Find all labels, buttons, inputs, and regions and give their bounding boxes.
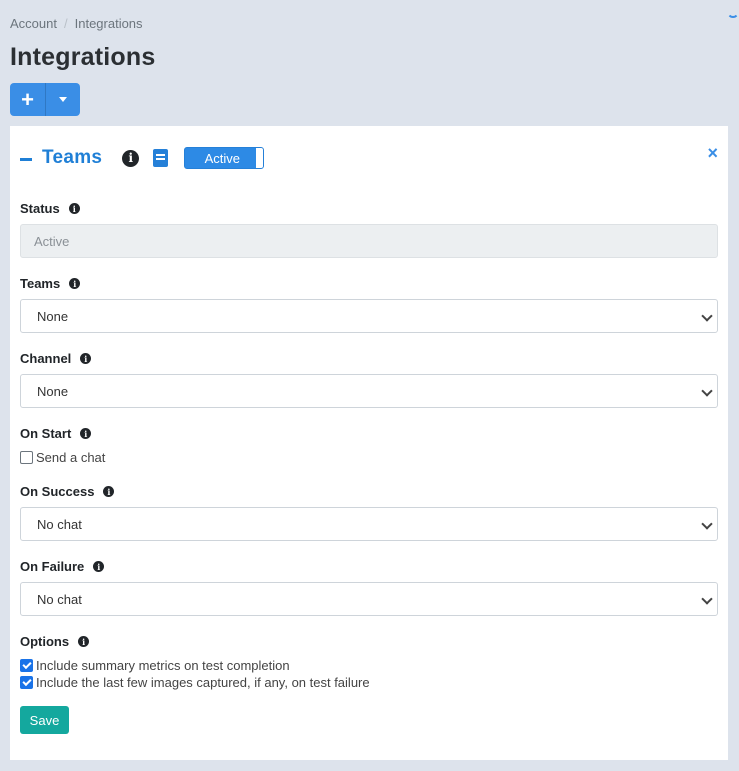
breadcrumb-separator: / <box>63 16 68 31</box>
channel-label-text: Channel <box>20 351 72 366</box>
send-a-chat-checkbox-row[interactable]: Send a chat <box>20 450 105 465</box>
on-success-select[interactable]: No chat <box>20 507 718 541</box>
teams-label-text: Teams <box>20 276 61 291</box>
collapse-icon[interactable] <box>20 157 32 161</box>
options-label-text: Options <box>20 634 70 649</box>
channel-select[interactable]: None <box>20 374 718 408</box>
add-integration-button-group: + <box>10 83 80 116</box>
teams-select-value: None <box>37 308 69 324</box>
toggle-knob <box>256 148 264 168</box>
add-integration-dropdown-button[interactable] <box>46 83 80 116</box>
teams-info-icon[interactable]: i <box>69 278 81 289</box>
channel-select-value: None <box>37 383 69 399</box>
send-a-chat-checkbox[interactable] <box>20 451 33 464</box>
caret-down-icon <box>59 97 67 102</box>
add-integration-button[interactable]: + <box>10 83 46 116</box>
summary-metrics-label[interactable]: Include summary metrics on test completi… <box>36 658 290 673</box>
loading-spinner-icon <box>727 6 739 18</box>
on-start-info-icon[interactable]: i <box>80 428 92 439</box>
options-label: Options i <box>20 634 90 649</box>
chevron-down-icon <box>701 385 713 397</box>
chevron-down-icon <box>701 593 713 605</box>
info-icon[interactable]: i <box>122 149 140 167</box>
on-failure-label-text: On Failure <box>20 559 85 574</box>
on-start-label: On Start i <box>20 426 92 441</box>
status-info-icon[interactable]: i <box>68 203 80 214</box>
teams-select[interactable]: None <box>20 299 718 333</box>
chevron-down-icon <box>701 310 713 322</box>
status-label-text: Status <box>20 201 60 216</box>
teams-label: Teams i <box>20 276 81 291</box>
close-icon[interactable]: × <box>707 143 718 164</box>
card-header: Teams i Active <box>20 146 265 170</box>
status-value: Active <box>34 233 70 249</box>
on-start-label-text: On Start <box>20 426 72 441</box>
on-success-label: On Success i <box>20 484 115 499</box>
active-toggle[interactable]: Active <box>184 147 265 169</box>
breadcrumb: Account / Integrations <box>10 16 143 31</box>
active-toggle-label: Active <box>204 150 240 166</box>
channel-label: Channel i <box>20 351 92 366</box>
page-title: Integrations <box>10 43 156 71</box>
on-success-select-value: No chat <box>37 516 82 532</box>
on-success-info-icon[interactable]: i <box>103 486 115 497</box>
options-info-icon[interactable]: i <box>78 636 90 647</box>
on-failure-info-icon[interactable]: i <box>93 561 105 572</box>
integration-card-teams: Teams i Active × Status i Active Teams i… <box>10 126 728 760</box>
breadcrumb-integrations: Integrations <box>74 16 143 31</box>
on-failure-select-value: No chat <box>37 591 82 607</box>
status-label: Status i <box>20 201 80 216</box>
failure-images-label[interactable]: Include the last few images captured, if… <box>36 675 370 690</box>
on-success-label-text: On Success <box>20 484 95 499</box>
summary-metrics-checkbox-row[interactable]: Include summary metrics on test completi… <box>20 658 290 673</box>
channel-info-icon[interactable]: i <box>80 353 92 364</box>
on-failure-label: On Failure i <box>20 559 105 574</box>
send-a-chat-label[interactable]: Send a chat <box>36 450 105 465</box>
documentation-icon[interactable] <box>153 149 169 167</box>
save-button[interactable]: Save <box>20 706 69 734</box>
breadcrumb-account[interactable]: Account <box>10 16 57 31</box>
failure-images-checkbox-row[interactable]: Include the last few images captured, if… <box>20 675 370 690</box>
status-field: Active <box>20 224 718 258</box>
on-failure-select[interactable]: No chat <box>20 582 718 616</box>
chevron-down-icon <box>701 518 713 530</box>
failure-images-checkbox[interactable] <box>20 676 33 689</box>
summary-metrics-checkbox[interactable] <box>20 659 33 672</box>
card-title: Teams <box>42 147 103 168</box>
